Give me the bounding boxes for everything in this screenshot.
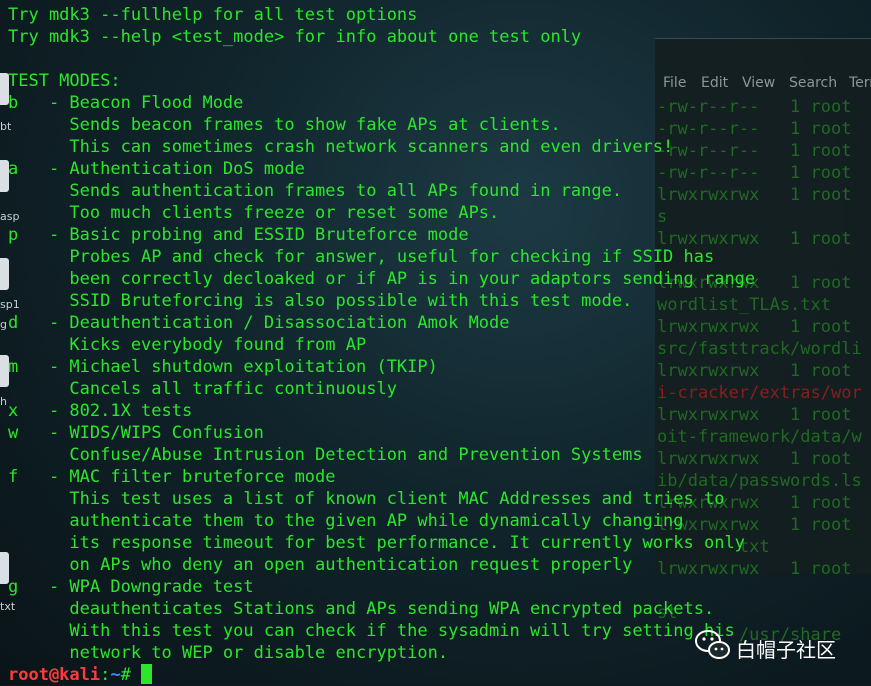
wechat-icon [695, 630, 730, 659]
watermark-text: 白帽子社区 [736, 638, 836, 662]
terminal-line: b - Beacon Flood Mode [8, 93, 244, 113]
terminal-line: This can sometimes crash network scanner… [8, 137, 674, 157]
terminal-line: network to WEP or disable encryption. [8, 643, 449, 663]
terminal-line: TEST MODES: [8, 71, 121, 91]
desktop-icon-label: h [0, 395, 7, 408]
terminal-line: been correctly decloaked or if AP is in … [8, 269, 756, 289]
terminal-output: Try mdk3 --fullhelp for all test options… [8, 4, 755, 664]
terminal-line: m - Michael shutdown exploitation (TKIP) [8, 357, 438, 377]
terminal-line: its response timeout for best performanc… [8, 533, 745, 553]
terminal-line: a - Authentication DoS mode [8, 159, 305, 179]
terminal-line: w - WIDS/WIPS Confusion [8, 423, 264, 443]
prompt-user-host: root@kali [8, 665, 101, 685]
terminal-line: f - MAC filter bruteforce mode [8, 467, 336, 487]
terminal-line: x - 802.1X tests [8, 401, 193, 421]
terminal-line: Probes AP and check for answer, useful f… [8, 247, 715, 267]
main-terminal[interactable]: Try mdk3 --fullhelp for all test options… [8, 4, 755, 686]
terminal-line: Try mdk3 --help <test_mode> for info abo… [8, 27, 582, 47]
terminal-line: Sends authentication frames to all APs f… [8, 181, 623, 201]
terminal-line: Cancels all traffic continuously [8, 379, 397, 399]
terminal-line: d - Deauthentication / Disassociation Am… [8, 313, 510, 333]
prompt-separator: : [100, 665, 111, 685]
terminal-line: g - WPA Downgrade test [8, 577, 254, 597]
prompt-path: ~ [110, 665, 121, 685]
terminal-line: authenticate them to the given AP while … [8, 511, 684, 531]
terminal-line: SSID Bruteforcing is also possible with … [8, 291, 633, 311]
terminal-line: With this test you can check if the sysa… [8, 621, 735, 641]
terminal-line: Too much clients freeze or reset some AP… [8, 203, 500, 223]
menu-terminal[interactable]: Terminal [849, 75, 871, 91]
terminal-prompt-line[interactable]: root@kali:~# [8, 664, 755, 686]
terminal-cursor [141, 664, 153, 684]
terminal-line: Kicks everybody found from AP [8, 335, 367, 355]
terminal-line: Try mdk3 --fullhelp for all test options [8, 5, 418, 25]
terminal-line: on APs who deny an open authentication r… [8, 555, 633, 575]
terminal-line: This test uses a list of known client MA… [8, 489, 725, 509]
terminal-line: Confuse/Abuse Intrusion Detection and Pr… [8, 445, 643, 465]
terminal-line: p - Basic probing and ESSID Bruteforce m… [8, 225, 469, 245]
terminal-line: deauthenticates Stations and APs sending… [8, 599, 715, 619]
prompt-symbol: # [120, 665, 142, 685]
desktop-icon-label: g [0, 318, 7, 331]
menu-search[interactable]: Search [789, 75, 837, 91]
terminal-line: Sends beacon frames to show fake APs at … [8, 115, 561, 135]
